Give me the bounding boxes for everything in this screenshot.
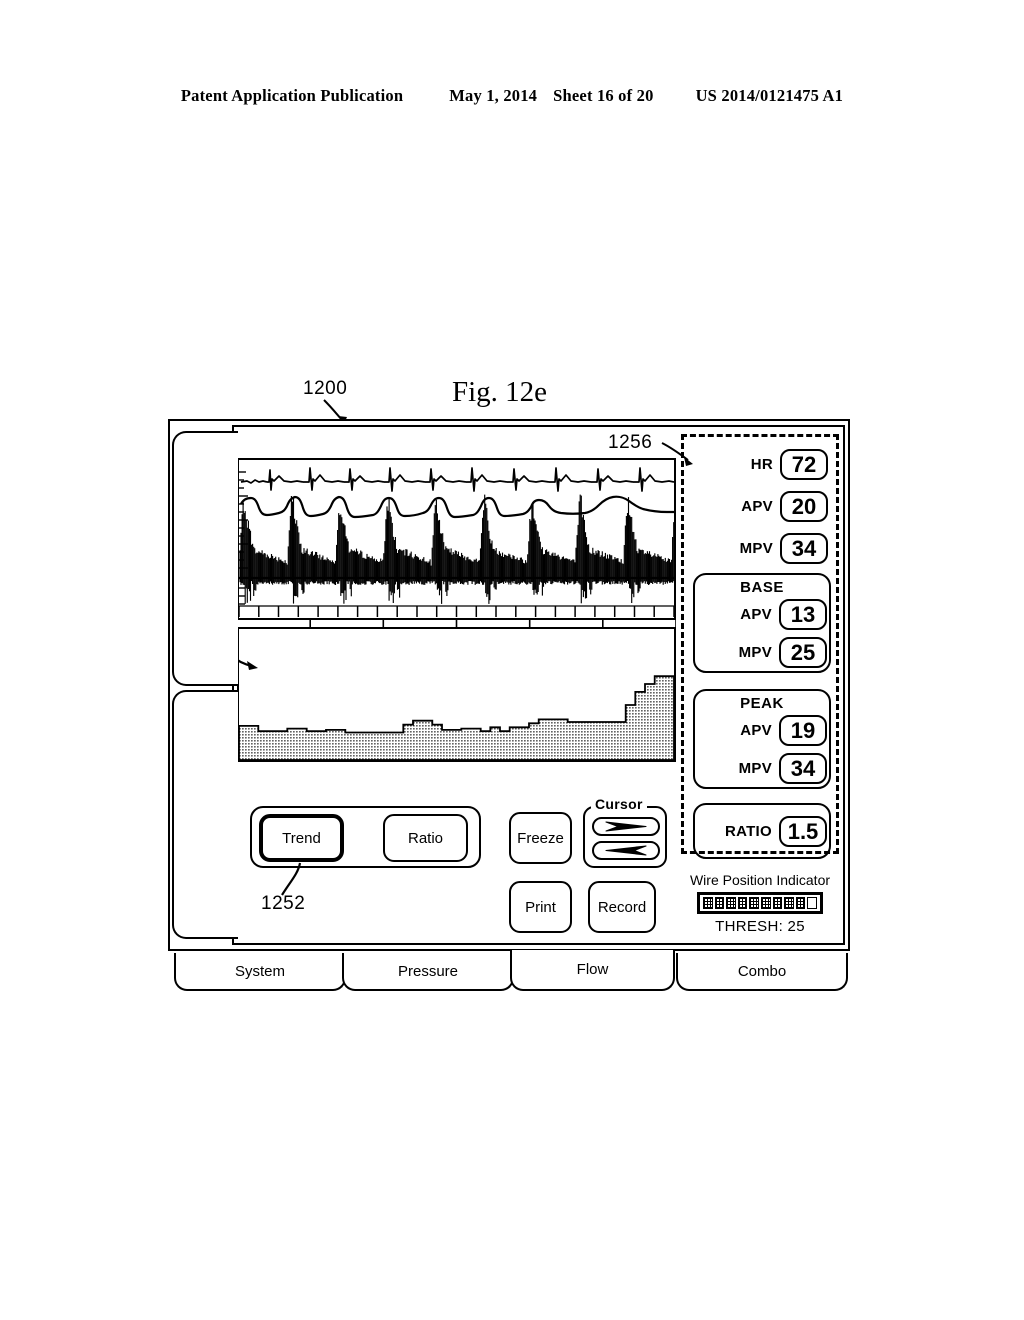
tab-system[interactable]: System xyxy=(174,953,346,991)
base-row-mpv: MPV 25 xyxy=(701,637,827,668)
cursor-button-group xyxy=(583,806,667,868)
wpi-segment xyxy=(795,897,806,909)
tab-flow[interactable]: Flow xyxy=(510,950,675,991)
measurement-row-hr: HR 72 xyxy=(694,449,828,480)
sheet-number: Sheet 16 of 20 xyxy=(553,86,654,105)
base-apv-label: APV xyxy=(740,606,772,623)
hr-label: HR xyxy=(750,456,773,473)
peak-apv-value: 19 xyxy=(779,715,827,746)
trend-button[interactable]: Trend xyxy=(259,814,344,862)
ratio-row: RATIO 1.5 xyxy=(701,816,827,847)
ratio-measurement-group: RATIO 1.5 xyxy=(693,803,831,859)
base-measurement-group: BASE APV 13 MPV 25 xyxy=(693,573,831,673)
wpi-segment xyxy=(784,897,794,909)
threshold-label: THRESH: 25 xyxy=(715,918,805,935)
wpi-segment xyxy=(714,897,725,909)
base-mpv-label: MPV xyxy=(738,644,772,661)
freeze-button[interactable]: Freeze xyxy=(509,812,572,864)
reference-numeral-1256: 1256 xyxy=(608,432,653,453)
print-button[interactable]: Print xyxy=(509,881,572,933)
cursor-back-button[interactable] xyxy=(592,841,660,860)
sidebar-item-display[interactable] xyxy=(172,431,238,686)
peak-apv-label: APV xyxy=(740,722,772,739)
ratio-button[interactable]: Ratio xyxy=(383,814,468,862)
base-group-title: BASE xyxy=(740,579,784,596)
record-button[interactable]: Record xyxy=(588,881,656,933)
measurement-row-apv: APV 20 xyxy=(694,491,828,522)
peak-measurement-group: PEAK APV 19 MPV 34 xyxy=(693,689,831,789)
measurement-row-mpv: MPV 34 xyxy=(694,533,828,564)
wire-position-indicator-label: Wire Position Indicator xyxy=(689,872,831,888)
cursor-forward-button[interactable] xyxy=(592,817,660,836)
cursor-group-title: Cursor xyxy=(591,796,647,812)
base-apv-value: 13 xyxy=(779,599,827,630)
mpv-label: MPV xyxy=(739,540,773,557)
hr-value: 72 xyxy=(780,449,828,480)
wpi-segment xyxy=(726,897,736,909)
measurement-panel: HR 72 APV 20 MPV 34 BASE APV 13 MPV 25 P… xyxy=(681,434,839,859)
patent-number: US 2014/0121475 A1 xyxy=(695,86,844,105)
wpi-segment xyxy=(749,897,759,909)
base-mpv-value: 25 xyxy=(779,637,827,668)
wpi-segment xyxy=(760,897,771,909)
publication-type: Patent Application Publication xyxy=(180,86,404,105)
apv-value: 20 xyxy=(780,491,828,522)
base-row-apv: APV 13 xyxy=(701,599,827,630)
peak-mpv-value: 34 xyxy=(779,753,827,784)
peak-group-title: PEAK xyxy=(740,695,784,712)
wpi-segment xyxy=(772,897,783,909)
peak-mpv-label: MPV xyxy=(738,760,772,777)
figure-title: Fig. 12e xyxy=(452,376,548,408)
wpi-segment xyxy=(737,897,748,909)
ratio-value: 1.5 xyxy=(779,816,827,847)
arrow-left-icon xyxy=(605,845,647,856)
trend-graph xyxy=(237,627,676,762)
trend-chart-ticks xyxy=(237,618,676,627)
peak-row-apv: APV 19 xyxy=(701,715,827,746)
doppler-waveform-display xyxy=(237,458,676,620)
sidebar: Display Setup xyxy=(172,425,238,945)
ratio-label: RATIO xyxy=(724,823,772,840)
wire-position-indicator-bar xyxy=(697,892,823,914)
mpv-value: 34 xyxy=(780,533,828,564)
tab-combo[interactable]: Combo xyxy=(676,953,848,991)
tab-pressure[interactable]: Pressure xyxy=(342,953,514,991)
peak-row-mpv: MPV 34 xyxy=(701,753,827,784)
leader-line-1252 xyxy=(281,862,302,896)
sidebar-item-setup[interactable] xyxy=(172,690,238,939)
trend-ratio-button-group: Trend Ratio xyxy=(250,806,481,868)
wpi-segment xyxy=(807,897,817,909)
apv-label: APV xyxy=(741,498,773,515)
publication-header: Patent Application Publication May 1, 20… xyxy=(0,86,1024,106)
arrow-right-icon xyxy=(605,821,647,832)
wpi-segment xyxy=(703,897,713,909)
publication-date: May 1, 2014 xyxy=(449,86,538,105)
reference-numeral-1200: 1200 xyxy=(303,378,348,399)
